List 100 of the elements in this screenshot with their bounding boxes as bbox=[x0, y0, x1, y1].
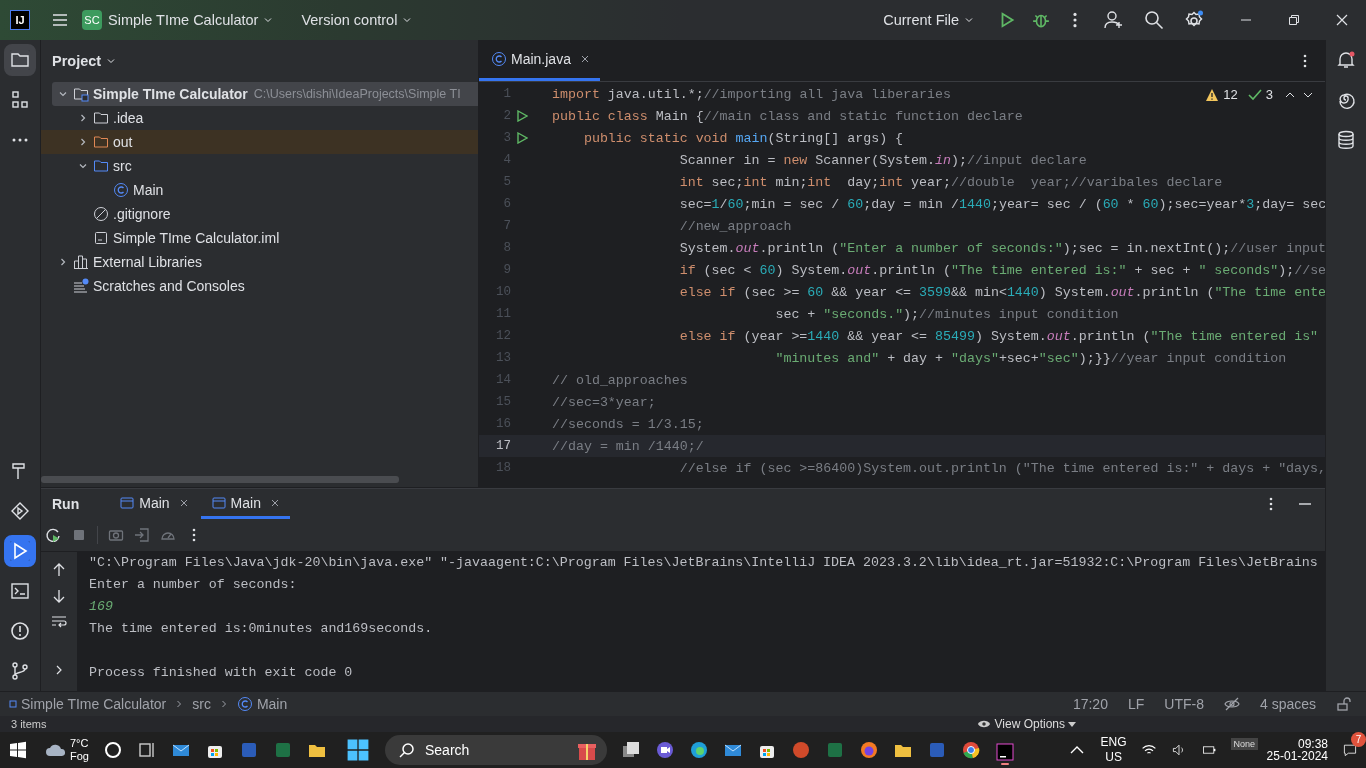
breadcrumb[interactable]: src bbox=[192, 696, 211, 712]
line-separator[interactable]: LF bbox=[1127, 696, 1145, 712]
wrap-icon[interactable] bbox=[51, 614, 67, 630]
run-gutter-icon[interactable] bbox=[516, 110, 528, 122]
terminal-icon[interactable] bbox=[10, 581, 30, 601]
check-icon bbox=[1247, 87, 1262, 102]
indent-setting[interactable]: 4 spaces bbox=[1259, 696, 1316, 712]
chevron-down-icon bbox=[106, 56, 117, 66]
login-icon[interactable] bbox=[134, 527, 150, 543]
tree-item[interactable]: .idea bbox=[41, 106, 478, 130]
chevron-icon[interactable] bbox=[58, 257, 68, 267]
close-icon[interactable] bbox=[269, 497, 280, 508]
tree-item[interactable]: src bbox=[41, 154, 478, 178]
code-line: //sec=3*year; bbox=[552, 394, 656, 410]
file-icon bbox=[93, 230, 109, 246]
notification-icon[interactable] bbox=[1342, 742, 1358, 758]
search-field[interactable]: Search bbox=[384, 735, 607, 765]
language-indicator[interactable]: ENG US bbox=[1100, 735, 1127, 765]
class-icon bbox=[236, 696, 253, 712]
problems-icon[interactable] bbox=[10, 621, 30, 641]
chevron-icon[interactable] bbox=[58, 89, 68, 99]
line-number: 17 bbox=[495, 439, 511, 453]
code-line: Scanner in = new Scanner(System.in);//input declare bbox=[678, 152, 1087, 168]
view-options-button[interactable]: View Options bbox=[976, 717, 1076, 731]
library-icon bbox=[73, 254, 89, 270]
clock[interactable]: None 09:38 25-01-2024 bbox=[1230, 738, 1328, 762]
task-view-icon[interactable] bbox=[620, 740, 641, 760]
vcs-selector[interactable]: Version control bbox=[293, 8, 421, 32]
close-icon[interactable] bbox=[1336, 14, 1348, 26]
git-branch-icon[interactable] bbox=[10, 661, 30, 681]
file-encoding[interactable]: UTF-8 bbox=[1164, 696, 1204, 712]
video-chat-icon[interactable] bbox=[654, 740, 675, 760]
search-icon[interactable] bbox=[1144, 10, 1164, 30]
code-line: //day = min /1440;/ bbox=[552, 438, 704, 454]
chevron-down-icon bbox=[402, 15, 413, 25]
arrow-down-icon[interactable] bbox=[51, 588, 67, 604]
code-line: sec + "seconds.");//minutes input condition bbox=[774, 306, 1119, 322]
project-switcher-button[interactable]: SC Simple TIme Calculator bbox=[82, 6, 282, 34]
close-icon[interactable] bbox=[579, 54, 590, 64]
services-icon[interactable] bbox=[10, 501, 30, 521]
unlock-icon[interactable] bbox=[1336, 696, 1352, 712]
add-user-icon[interactable] bbox=[1104, 10, 1124, 30]
camera-icon[interactable] bbox=[108, 527, 124, 543]
bell-icon[interactable] bbox=[1336, 50, 1356, 70]
chevron-icon[interactable] bbox=[78, 137, 88, 147]
task-view-icon[interactable] bbox=[136, 740, 157, 760]
code-line: //new_approach bbox=[678, 218, 792, 234]
close-icon[interactable] bbox=[178, 497, 189, 508]
path-label: C:\Users\dishi\IdeaProjects\Simple TI bbox=[253, 87, 461, 101]
tree-item[interactable]: .gitignore bbox=[41, 202, 478, 226]
database-icon[interactable] bbox=[1336, 130, 1356, 150]
stop-icon[interactable] bbox=[71, 527, 87, 543]
warning-count[interactable]: 12 bbox=[1223, 87, 1238, 102]
code-line: public class Main {//main class and static function declare bbox=[552, 108, 1023, 124]
breadcrumb[interactable]: Simple TIme Calculator bbox=[8, 696, 167, 712]
code-line: System.out.println ("Enter a number of seconds:");sec = in.nextInt();//user input bbox=[678, 240, 1325, 256]
weather-condition: Fog bbox=[70, 750, 89, 763]
cursor-position[interactable]: 17:20 bbox=[1072, 696, 1108, 712]
code-line: public static void main(String[] args) { bbox=[582, 130, 904, 146]
maximize-icon[interactable] bbox=[1288, 14, 1300, 26]
tree-item[interactable]: Simple TIme Calculator.iml bbox=[41, 226, 478, 250]
passed-count[interactable]: 3 bbox=[1265, 87, 1273, 102]
panel-view-dropdown[interactable]: Project bbox=[52, 53, 117, 69]
dropdown-arrow-icon bbox=[1068, 720, 1076, 728]
editor-tab[interactable]: Main.java bbox=[479, 40, 600, 81]
run-gutter-icon[interactable] bbox=[516, 132, 528, 144]
windows-logo-icon[interactable] bbox=[8, 740, 28, 760]
tree-item[interactable]: Scratches and Consoles bbox=[41, 274, 478, 298]
code-line: else if (year >=1440 && year <= 85499) System.out.println ("The time entered is" bbox=[678, 328, 1319, 344]
code-line: if (sec < 60) System.out.println ("The time entered is:" + sec + " seconds");//se bbox=[678, 262, 1325, 278]
tree-item[interactable]: out bbox=[41, 130, 478, 154]
rerun-icon[interactable] bbox=[45, 527, 61, 543]
eye-off-icon[interactable] bbox=[1223, 696, 1240, 712]
code-line: import java.util.*;//importing all java liberaries bbox=[552, 86, 951, 102]
tree-item[interactable]: External Libraries bbox=[41, 250, 478, 274]
structure-icon[interactable] bbox=[10, 90, 30, 110]
menu-icon[interactable] bbox=[52, 12, 68, 28]
chevron-icon[interactable] bbox=[78, 161, 88, 171]
chevron-icon[interactable] bbox=[78, 113, 88, 123]
class-icon bbox=[113, 182, 129, 198]
eye-icon bbox=[976, 719, 991, 729]
arrow-up-icon[interactable] bbox=[51, 562, 67, 578]
run-config-selector[interactable]: Current File bbox=[875, 8, 982, 32]
code-line: int sec;int min;int day;int year;//double year;//varibales declare bbox=[678, 174, 1223, 190]
tree-item[interactable]: Simple TIme Calculator C:\Users\dishi\IdeaProjects\Simple TI bbox=[52, 82, 478, 106]
browser-icon[interactable] bbox=[688, 740, 709, 760]
app-logo: IJ bbox=[10, 10, 30, 30]
warning-icon bbox=[1205, 87, 1220, 102]
code-line: //seconds = 1/3.15; bbox=[552, 416, 704, 432]
scrollbar[interactable] bbox=[41, 476, 399, 483]
breadcrumb[interactable]: Main bbox=[236, 696, 288, 712]
code-line: else if (sec >= 60 && year <= 3599&& min<1440) System.out.println ("The time ente bbox=[678, 284, 1325, 300]
run-tab[interactable]: Main bbox=[109, 489, 199, 519]
chevron-down-icon bbox=[964, 15, 974, 25]
run-panel-title: Run bbox=[52, 495, 80, 514]
code-line: sec=1/60;min = sec / 60;day = min /1440;year= sec / (60 * 60);sec=year*3;day= sec bbox=[678, 196, 1325, 212]
console-line: 169 bbox=[89, 598, 114, 616]
circle-icon[interactable] bbox=[102, 740, 123, 760]
tree-item[interactable]: Main bbox=[41, 178, 478, 202]
code-line: // old_approaches bbox=[552, 372, 688, 388]
